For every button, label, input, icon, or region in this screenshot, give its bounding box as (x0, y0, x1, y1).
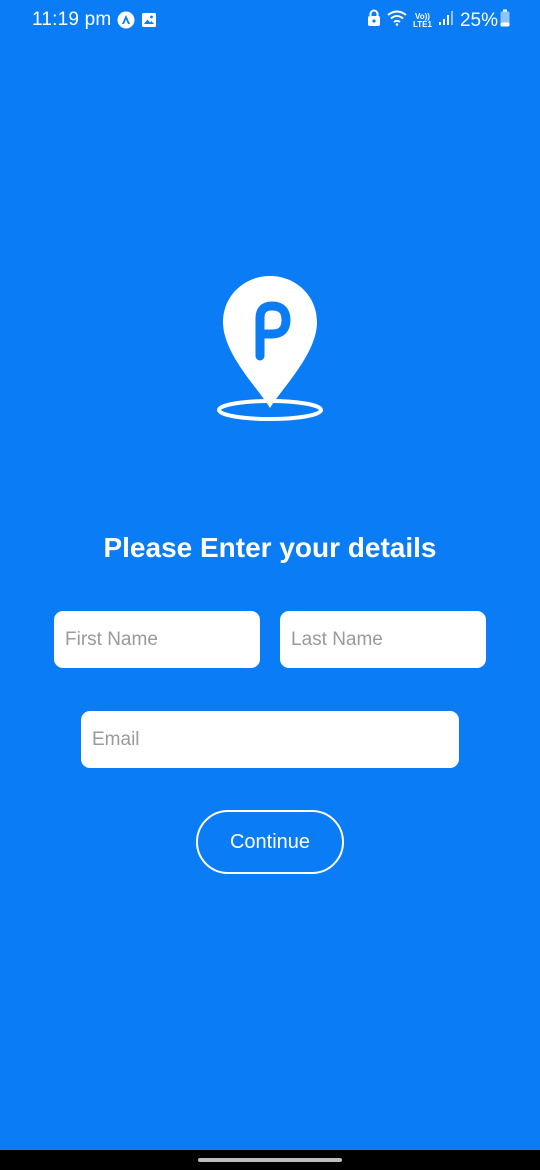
lock-icon (367, 9, 381, 32)
status-right: Vo)) LTE1 25% (367, 9, 510, 32)
battery-percentage: 25% (459, 9, 498, 31)
first-name-input[interactable] (54, 611, 260, 668)
form-title: Please Enter your details (103, 532, 437, 563)
status-time: 11:19 pm (32, 9, 112, 30)
gallery-icon (141, 12, 157, 33)
signal-icon (438, 10, 454, 31)
navigation-bar (0, 1150, 540, 1170)
home-indicator[interactable] (198, 1158, 342, 1162)
continue-button[interactable]: Continue (196, 810, 344, 874)
volte-bottom-label: LTE1 (413, 19, 432, 29)
app-notification-icon (117, 11, 135, 34)
email-input[interactable] (81, 711, 459, 768)
battery-icon (500, 9, 510, 32)
last-name-input[interactable] (280, 611, 486, 668)
status-left-icons (117, 11, 157, 34)
wifi-icon (387, 10, 407, 31)
volte-icon: Vo)) LTE1 (413, 12, 432, 29)
location-pin-p-icon (214, 274, 326, 426)
status-bar: 11:19 pm Vo)) LTE1 25% (0, 0, 540, 44)
